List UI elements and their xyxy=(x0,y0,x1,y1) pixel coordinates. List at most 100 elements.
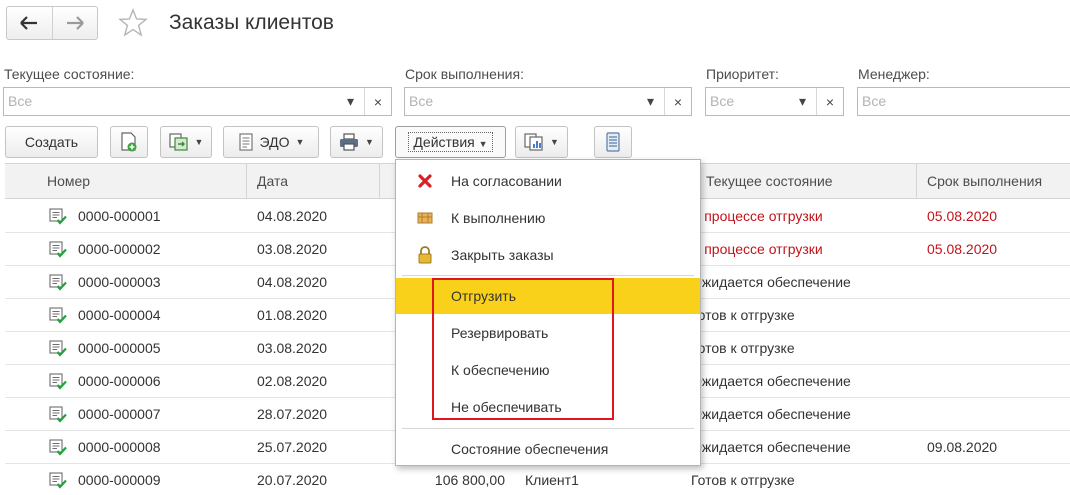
posted-document-icon xyxy=(49,274,67,291)
posted-document-icon xyxy=(49,373,67,390)
back-button[interactable] xyxy=(7,7,52,39)
row-due-cell xyxy=(927,464,1067,495)
document-exchange-icon xyxy=(168,133,188,151)
edo-button[interactable]: ЭДО ▼ xyxy=(223,126,319,158)
menu-item-provision-state[interactable]: Состояние обеспечения xyxy=(396,431,700,467)
dropdown-arrow-icon[interactable]: ▾ xyxy=(637,88,664,115)
row-due-cell xyxy=(927,299,1067,331)
row-state-cell: Готов к отгрузке xyxy=(691,307,795,323)
printer-icon xyxy=(340,133,359,151)
filter-due-label: Срок выполнения: xyxy=(405,66,524,82)
list-icon xyxy=(606,132,620,152)
row-date-cell: 04.08.2020 xyxy=(257,208,328,224)
exchange-button[interactable]: ▼ xyxy=(160,126,212,158)
new-document-icon xyxy=(121,132,137,152)
row-number-cell: 0000-000008 xyxy=(78,439,161,455)
row-date-cell: 04.08.2020 xyxy=(257,274,328,290)
print-button[interactable]: ▼ xyxy=(330,126,383,158)
column-header-number[interactable]: Номер xyxy=(37,164,247,198)
posted-document-icon xyxy=(49,241,67,258)
menu-item-close-orders[interactable]: Закрыть заказы xyxy=(396,237,700,273)
row-state-cell: Ожидается обеспечение xyxy=(691,373,851,389)
row-number-cell: 0000-000002 xyxy=(78,241,161,257)
filter-manager-field[interactable]: Все xyxy=(857,87,1070,116)
lock-icon xyxy=(416,246,434,264)
filter-state-label: Текущее состояние: xyxy=(4,66,135,82)
filter-due-field[interactable]: Все ▾ × xyxy=(404,87,692,116)
row-date-cell: 20.07.2020 xyxy=(257,472,328,488)
forward-button[interactable] xyxy=(51,7,98,39)
clear-icon[interactable]: × xyxy=(816,88,843,115)
row-state-cell: В процессе отгрузки xyxy=(691,241,823,257)
row-state-cell: Ожидается обеспечение xyxy=(691,439,851,455)
row-date-cell: 03.08.2020 xyxy=(257,340,328,356)
row-due-cell xyxy=(927,266,1067,298)
table-row[interactable]: 0000-000009 20.07.2020 106 800,00 Клиент1 Го… xyxy=(5,464,1070,495)
filter-manager-label: Менеджер: xyxy=(858,66,930,82)
clear-icon[interactable]: × xyxy=(664,88,691,115)
row-date-cell: 01.08.2020 xyxy=(257,307,328,323)
filter-due-input[interactable]: Все xyxy=(405,88,637,115)
star-icon[interactable] xyxy=(118,8,148,38)
filter-state-field[interactable]: Все ▾ × xyxy=(3,87,392,116)
row-date-cell: 28.07.2020 xyxy=(257,406,328,422)
row-state-cell: Готов к отгрузке xyxy=(691,472,795,488)
chevron-down-icon: ▼ xyxy=(550,137,559,147)
clear-icon[interactable]: × xyxy=(364,88,391,115)
highlight-annotation-box xyxy=(432,278,614,420)
posted-document-icon xyxy=(49,307,67,324)
list-settings-button[interactable] xyxy=(594,126,632,158)
red-cross-icon xyxy=(416,172,434,190)
reports-icon xyxy=(524,133,543,151)
column-header-state[interactable]: Текущее состояние xyxy=(696,164,916,198)
dropdown-arrow-icon[interactable]: ▾ xyxy=(337,88,364,115)
row-amount-cell: 106 800,00 xyxy=(434,472,505,488)
filter-manager-input[interactable]: Все xyxy=(858,88,1070,115)
navigation-buttons xyxy=(6,6,98,40)
edo-label: ЭДО xyxy=(259,134,290,150)
chevron-down-icon: ▼ xyxy=(194,137,204,147)
posted-document-icon xyxy=(49,406,67,423)
posted-document-icon xyxy=(49,439,67,456)
row-number-cell: 0000-000005 xyxy=(78,340,161,356)
row-due-cell xyxy=(927,332,1067,364)
dropdown-arrow-icon[interactable]: ▾ xyxy=(789,88,816,115)
filter-priority-input[interactable]: Все xyxy=(706,88,789,115)
row-client-cell: Клиент1 xyxy=(525,472,579,488)
row-number-cell: 0000-000004 xyxy=(78,307,161,323)
actions-button[interactable]: Действия ▼ xyxy=(395,126,506,158)
edo-document-icon xyxy=(238,133,253,151)
row-due-cell: 09.08.2020 xyxy=(927,439,998,455)
posted-document-icon xyxy=(49,472,67,489)
create-button[interactable]: Создать xyxy=(5,126,98,158)
box-icon xyxy=(416,209,434,227)
create-based-on-button[interactable] xyxy=(110,126,148,158)
posted-document-icon xyxy=(49,340,67,357)
create-label: Создать xyxy=(24,134,79,150)
posted-document-icon xyxy=(49,208,67,225)
row-number-cell: 0000-000001 xyxy=(78,208,161,224)
menu-item-label: К выполнению xyxy=(451,210,546,226)
column-header-due[interactable]: Срок выполнения xyxy=(916,164,1070,198)
row-state-cell: В процессе отгрузки xyxy=(691,208,823,224)
row-number-cell: 0000-000007 xyxy=(78,406,161,422)
column-header-date[interactable]: Дата xyxy=(246,164,380,198)
row-state-cell: Ожидается обеспечение xyxy=(691,274,851,290)
reports-button[interactable]: ▼ xyxy=(515,126,568,158)
row-number-cell: 0000-000006 xyxy=(78,373,161,389)
filter-priority-field[interactable]: Все ▾ × xyxy=(705,87,844,116)
row-due-cell xyxy=(927,365,1067,397)
menu-item-on-approval[interactable]: На согласовании xyxy=(396,163,700,199)
row-number-cell: 0000-000003 xyxy=(78,274,161,290)
filter-state-input[interactable]: Все xyxy=(4,88,337,115)
row-state-cell: Готов к отгрузке xyxy=(691,340,795,356)
menu-item-label: Закрыть заказы xyxy=(451,247,554,263)
menu-item-to-execution[interactable]: К выполнению xyxy=(396,200,700,236)
row-due-cell: 05.08.2020 xyxy=(927,208,998,224)
menu-item-label: Состояние обеспечения xyxy=(451,441,609,457)
chevron-down-icon: ▼ xyxy=(365,137,374,147)
menu-item-label: На согласовании xyxy=(451,173,562,189)
row-date-cell: 25.07.2020 xyxy=(257,439,328,455)
row-number-cell: 0000-000009 xyxy=(78,472,161,488)
row-due-cell xyxy=(927,398,1067,430)
